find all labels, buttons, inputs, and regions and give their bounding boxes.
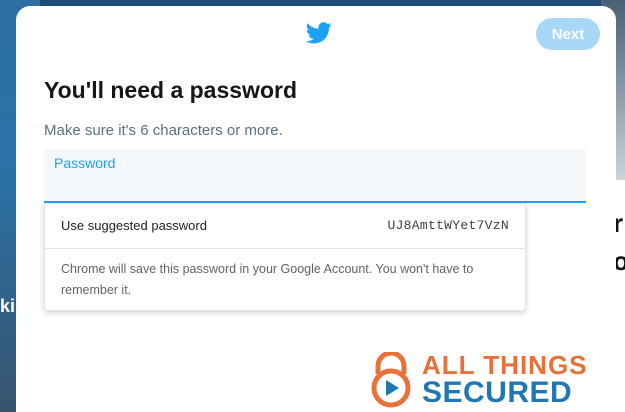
twitter-bird-icon (306, 22, 332, 44)
next-button[interactable]: Next (536, 18, 600, 50)
password-field[interactable]: Password (44, 149, 586, 203)
padlock-play-icon (371, 352, 411, 408)
page-title: You'll need a password (44, 77, 297, 103)
suggested-password-label: Use suggested password (61, 218, 207, 233)
chrome-password-suggestion-popup: Use suggested password UJ8AmttWYet7VzN C… (44, 203, 526, 311)
password-requirement-text: Make sure it's 6 characters or more. (44, 122, 283, 139)
use-suggested-password-option[interactable]: Use suggested password UJ8AmttWYet7VzN (45, 204, 525, 249)
watermark-line-2: SECURED (422, 376, 573, 409)
password-field-label: Password (54, 155, 116, 171)
chrome-save-note: Chrome will save this password in your G… (61, 262, 474, 297)
all-things-secured-watermark: ALL THINGS SECURED (364, 350, 619, 410)
suggested-password-value: UJ8AmttWYet7VzN (387, 218, 509, 233)
password-input[interactable] (54, 175, 574, 197)
